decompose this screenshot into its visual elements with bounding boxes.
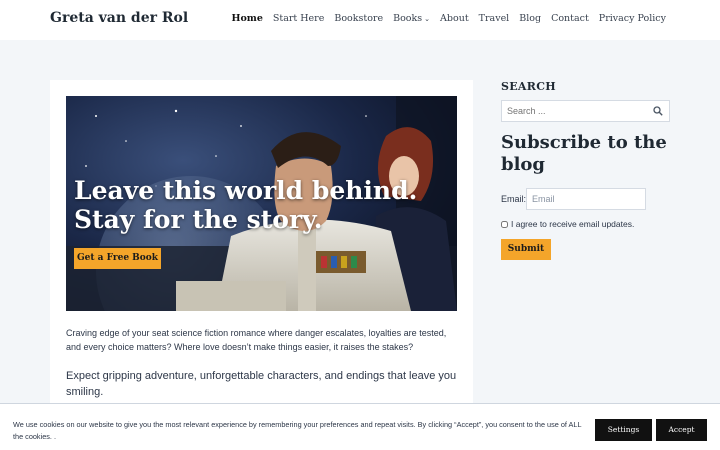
sidebar: SEARCH Subscribe to the blog Email: I ag… [501,80,671,260]
site-title[interactable]: Greta van der Rol [50,10,188,26]
agree-option: I agree to receive email updates. [501,219,634,229]
agree-checkbox[interactable] [501,220,508,228]
subscribe-heading: Subscribe to the blog [501,132,667,175]
get-free-book-button[interactable]: Get a Free Book [74,248,161,269]
site-header: Greta van der Rol Home Start Here Bookst… [0,0,720,40]
nav-item-start-here[interactable]: Start Here [273,13,324,24]
cookie-banner: We use cookies on our website to give yo… [0,403,720,450]
nav-item-bookstore[interactable]: Bookstore [334,13,383,24]
search-heading: SEARCH [501,80,556,93]
expect-paragraph: Expect gripping adventure, unforgettable… [66,370,457,398]
nav-item-books-label: Books [393,13,423,24]
nav-item-home[interactable]: Home [231,13,262,24]
hero-headline-line-2: Stay for the story. [74,205,323,234]
email-label: Email: [501,194,527,204]
hero-banner: Leave this world behind. Stay for the st… [66,96,457,311]
email-field[interactable] [526,188,646,210]
cookie-notice-text: We use cookies on our website to give yo… [13,420,582,441]
nav-item-books[interactable]: Books ⌄ [393,13,430,24]
nav-item-about[interactable]: About [440,13,469,24]
main-content: Leave this world behind. Stay for the st… [50,80,473,410]
search-form [501,100,670,122]
nav-item-blog[interactable]: Blog [519,13,541,24]
hero-headline: Leave this world behind. Stay for the st… [74,176,434,234]
search-input[interactable] [502,101,642,121]
chevron-down-icon: ⌄ [424,15,431,23]
nav-item-privacy-policy[interactable]: Privacy Policy [599,13,666,24]
cookie-accept-button[interactable]: Accept [656,419,707,441]
cookie-settings-button[interactable]: Settings [595,419,652,441]
intro-paragraph: Craving edge of your seat science fictio… [66,328,447,352]
nav-item-travel[interactable]: Travel [479,13,510,24]
hero-headline-line-1: Leave this world behind. [74,176,418,205]
main-nav: Home Start Here Bookstore Books ⌄ About T… [231,13,666,24]
search-icon[interactable] [653,106,663,116]
agree-label: I agree to receive email updates. [511,219,635,229]
nav-item-contact[interactable]: Contact [551,13,589,24]
submit-button[interactable]: Submit [501,239,551,260]
